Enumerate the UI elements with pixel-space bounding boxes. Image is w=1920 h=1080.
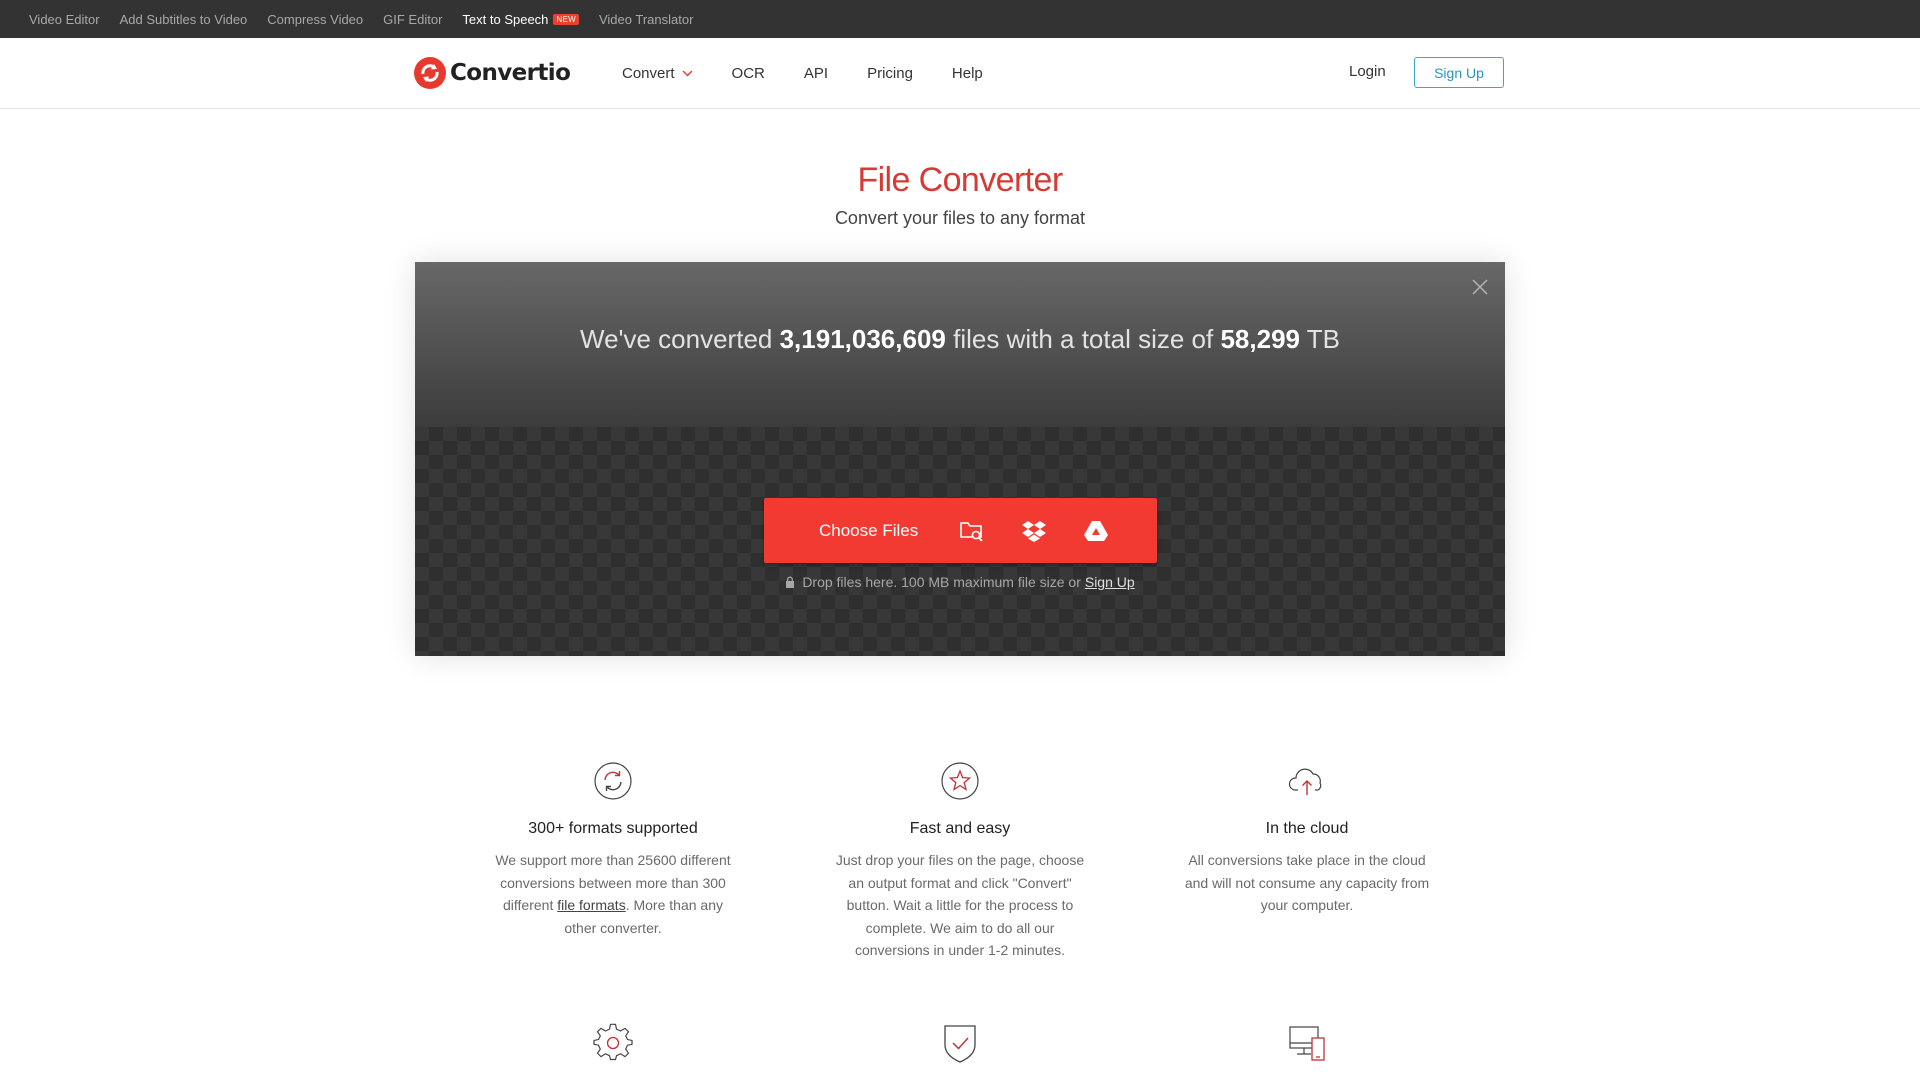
gear-icon	[593, 1023, 633, 1061]
total-size: 58,299	[1220, 324, 1300, 354]
feature-cloud: In the cloud All conversions take place …	[1182, 761, 1432, 917]
topbar-link-gif-editor[interactable]: GIF Editor	[383, 12, 442, 27]
google-drive-icon	[1084, 520, 1108, 541]
nav-links: Convert OCR API Pricing Help	[622, 38, 1022, 109]
feature-formats-title: 300+ formats supported	[528, 820, 698, 837]
feature-cloud-text: All conversions take place in the cloud …	[1184, 852, 1430, 913]
new-badge: NEW	[553, 13, 579, 25]
feature-cloud-title: In the cloud	[1265, 820, 1349, 837]
conversion-stats: We've converted 3,191,036,609 files with…	[580, 324, 1340, 354]
topbar-link-text-to-speech[interactable]: Text to Speech NEW	[462, 12, 579, 27]
nav-pricing[interactable]: Pricing	[867, 65, 913, 82]
folder-search-icon	[960, 521, 983, 542]
feature-formats: 300+ formats supported We support more t…	[488, 761, 738, 939]
page-title: File Converter	[857, 161, 1063, 199]
google-drive-button[interactable]	[1065, 498, 1127, 563]
stats-banner: We've converted 3,191,036,609 files with…	[415, 262, 1505, 427]
from-computer-button[interactable]	[941, 498, 1003, 563]
feature-formats-text: We support more than 25600 different con…	[495, 852, 731, 936]
feature-devices	[1182, 1023, 1432, 1063]
nav-ocr[interactable]: OCR	[732, 65, 765, 82]
note-signup-link[interactable]: Sign Up	[1085, 574, 1135, 590]
files-count: 3,191,036,609	[779, 324, 946, 354]
close-icon[interactable]	[1471, 278, 1489, 296]
convertio-logo-icon	[414, 57, 446, 89]
choose-files-label: Choose Files	[819, 520, 919, 540]
choose-files-button[interactable]: Choose Files	[764, 498, 1157, 563]
file-formats-link[interactable]: file formats	[557, 897, 625, 913]
topbar-link-video-translator[interactable]: Video Translator	[599, 12, 693, 27]
drop-zone[interactable]: Choose Files Drop files here. 100 MB max…	[415, 427, 1505, 656]
dropbox-icon	[1022, 520, 1046, 542]
feature-fast: Fast and easy Just drop your files on th…	[835, 761, 1085, 962]
star-icon	[941, 762, 979, 800]
login-link[interactable]: Login	[1349, 63, 1386, 80]
drop-note: Drop files here. 100 MB maximum file siz…	[415, 574, 1505, 590]
devices-icon	[1289, 1026, 1325, 1061]
chevron-down-icon	[682, 70, 693, 77]
dropbox-button[interactable]	[1003, 498, 1065, 563]
top-strip: Video Editor Add Subtitles to Video Comp…	[0, 0, 1920, 38]
cloud-upload-icon	[1288, 768, 1322, 795]
upload-box: We've converted 3,191,036,609 files with…	[415, 262, 1505, 656]
feature-settings	[488, 1023, 738, 1063]
main-nav: Convertio Convert OCR API Pricing Help L…	[0, 38, 1920, 109]
topbar-link-add-subtitles[interactable]: Add Subtitles to Video	[120, 12, 248, 27]
signup-button[interactable]: Sign Up	[1414, 57, 1504, 88]
shield-check-icon	[944, 1025, 976, 1063]
page-subtitle: Convert your files to any format	[834, 208, 1086, 228]
feature-security	[835, 1023, 1085, 1063]
nav-api[interactable]: API	[804, 65, 828, 82]
topbar-link-video-editor[interactable]: Video Editor	[29, 12, 100, 27]
nav-convert[interactable]: Convert	[622, 65, 693, 82]
topbar-link-compress-video[interactable]: Compress Video	[267, 12, 363, 27]
brand-logo[interactable]: Convertio	[414, 57, 571, 89]
feature-fast-text: Just drop your files on the page, choose…	[835, 852, 1085, 958]
brand-name: Convertio	[450, 60, 571, 86]
nav-help[interactable]: Help	[952, 65, 983, 82]
lock-icon	[786, 576, 795, 588]
feature-fast-title: Fast and easy	[909, 820, 1011, 837]
refresh-icon	[594, 762, 632, 800]
